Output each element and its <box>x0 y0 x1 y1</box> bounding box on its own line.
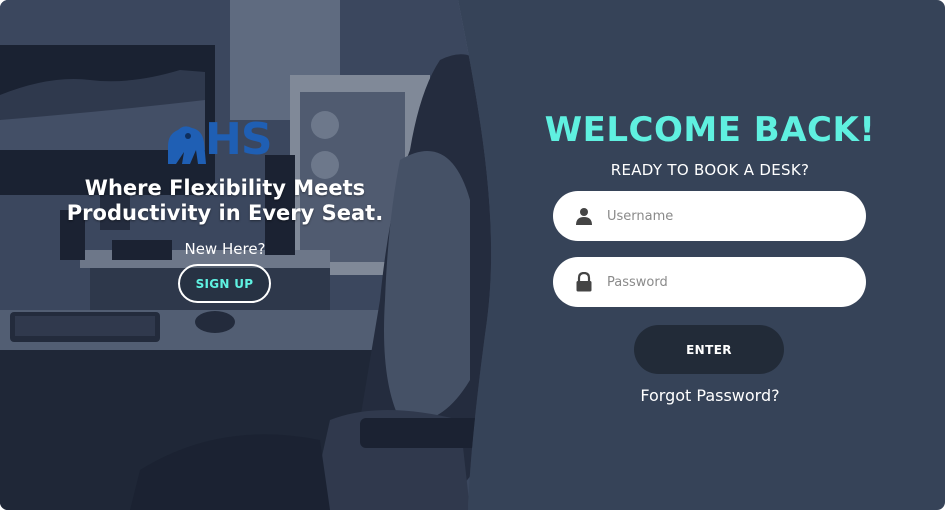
tagline-line-2: Productivity in Every Seat. <box>66 201 384 225</box>
password-input[interactable] <box>605 273 849 291</box>
tagline: Where Flexibility Meets Productivity in … <box>40 176 410 226</box>
login-page: HS Where Flexibility Meets Productivity … <box>0 0 945 510</box>
sign-up-button[interactable]: SIGN UP <box>178 264 271 303</box>
promo-section: HS Where Flexibility Meets Productivity … <box>0 0 460 510</box>
username-input[interactable] <box>605 207 849 225</box>
user-icon <box>573 205 595 227</box>
logo-text: HS <box>205 114 273 165</box>
lock-icon <box>573 271 595 293</box>
login-subtitle: READY TO BOOK A DESK? <box>610 161 810 179</box>
company-logo: HS <box>160 114 285 166</box>
username-field[interactable] <box>553 191 866 241</box>
forgot-password-link[interactable]: Forgot Password? <box>490 386 930 405</box>
enter-button[interactable]: ENTER <box>634 325 784 374</box>
gorilla-logo-icon <box>168 126 206 164</box>
login-form-panel: WELCOME BACK! READY TO BOOK A DESK? ENTE… <box>470 0 945 510</box>
tagline-line-1: Where Flexibility Meets <box>84 176 366 200</box>
welcome-title: WELCOME BACK! <box>544 110 876 150</box>
new-here-text: New Here? <box>184 240 266 258</box>
password-field[interactable] <box>553 257 866 307</box>
